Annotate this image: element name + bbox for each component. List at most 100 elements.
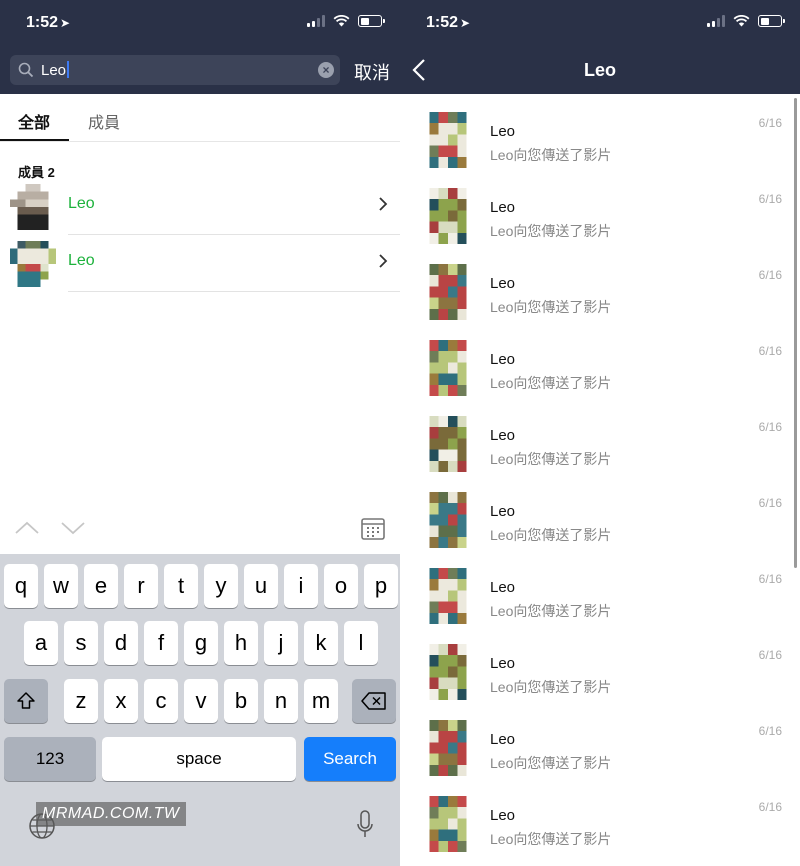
search-input-value: Leo xyxy=(41,61,70,79)
chat-name: Leo xyxy=(490,351,516,368)
key-x[interactable]: x xyxy=(104,679,138,723)
watermark-text: MRMAD.COM.TW xyxy=(36,802,186,826)
key-q[interactable]: q xyxy=(4,564,38,608)
key-d[interactable]: d xyxy=(104,621,138,665)
chat-row[interactable]: Leo Leo向您傳送了影片 6/16 xyxy=(400,474,800,550)
key-t[interactable]: t xyxy=(164,564,198,608)
chat-row[interactable]: Leo Leo向您傳送了影片 6/16 xyxy=(400,246,800,322)
key-g[interactable]: g xyxy=(184,621,218,665)
key-n[interactable]: n xyxy=(264,679,298,723)
chat-row[interactable]: Leo Leo向您傳送了影片 6/16 xyxy=(400,626,800,702)
avatar xyxy=(420,264,476,320)
key-s[interactable]: s xyxy=(64,621,98,665)
space-key[interactable]: space xyxy=(102,737,296,781)
key-v[interactable]: v xyxy=(184,679,218,723)
member-name: Leo xyxy=(68,252,95,269)
key-a[interactable]: a xyxy=(24,621,58,665)
tab-all[interactable]: 全部 xyxy=(18,109,50,133)
chat-name: Leo xyxy=(490,123,516,140)
shift-key[interactable] xyxy=(4,679,48,723)
status-time: 1:52 ➤ xyxy=(26,14,70,32)
search-value-text: Leo xyxy=(41,62,67,79)
chat-row[interactable]: Leo Leo向您傳送了影片 6/16 xyxy=(400,702,800,778)
chat-date: 6/16 xyxy=(758,344,782,358)
key-w[interactable]: w xyxy=(44,564,78,608)
member-row[interactable]: Leo xyxy=(0,178,400,235)
key-i[interactable]: i xyxy=(284,564,318,608)
chat-message: Leo向您傳送了影片 xyxy=(490,147,612,163)
clear-icon[interactable]: × xyxy=(318,62,334,78)
avatar xyxy=(420,568,476,624)
key-l[interactable]: l xyxy=(344,621,378,665)
key-e[interactable]: e xyxy=(84,564,118,608)
search-tabs: 全部 成員 xyxy=(0,94,400,142)
chevron-up-icon[interactable] xyxy=(14,520,40,536)
key-c[interactable]: c xyxy=(144,679,178,723)
key-j[interactable]: j xyxy=(264,621,298,665)
avatar xyxy=(420,112,476,168)
backspace-key[interactable] xyxy=(352,679,396,723)
key-z[interactable]: z xyxy=(64,679,98,723)
search-header: 1:52 ➤ Leo × 取消 xyxy=(0,0,400,94)
chevron-down-icon[interactable] xyxy=(60,520,86,536)
chat-row[interactable]: Leo Leo向您傳送了影片 6/16 xyxy=(400,322,800,398)
chat-message: Leo向您傳送了影片 xyxy=(490,527,612,543)
chat-name: Leo xyxy=(490,275,516,292)
member-row[interactable]: Leo xyxy=(0,235,400,292)
chat-row[interactable]: Leo Leo向您傳送了影片 6/16 xyxy=(400,398,800,474)
key-m[interactable]: m xyxy=(304,679,338,723)
search-screen: 1:52 ➤ Leo × 取消 全部 成員 成員 2 Leo Leo q w e… xyxy=(0,0,400,866)
key-f[interactable]: f xyxy=(144,621,178,665)
key-u[interactable]: u xyxy=(244,564,278,608)
avatar xyxy=(420,416,476,472)
key-h[interactable]: h xyxy=(224,621,258,665)
chat-date: 6/16 xyxy=(758,648,782,662)
chat-name: Leo xyxy=(490,731,516,748)
key-k[interactable]: k xyxy=(304,621,338,665)
chat-name: Leo xyxy=(490,503,516,520)
search-key[interactable]: Search xyxy=(304,737,396,781)
tab-underline xyxy=(0,139,69,141)
result-navigation-bar xyxy=(0,508,400,554)
chat-header: 1:52 ➤ Leo xyxy=(400,0,800,94)
page-title: Leo xyxy=(583,60,616,80)
chat-message: Leo向您傳送了影片 xyxy=(490,451,612,467)
key-b[interactable]: b xyxy=(224,679,258,723)
avatar xyxy=(420,188,476,244)
key-p[interactable]: p xyxy=(364,564,398,608)
backspace-icon xyxy=(361,692,386,710)
text-caret xyxy=(67,61,70,78)
numbers-key[interactable]: 123 xyxy=(4,737,96,781)
status-indicators xyxy=(307,15,385,27)
chat-message: Leo向您傳送了影片 xyxy=(490,299,612,315)
chat-date: 6/16 xyxy=(758,116,782,130)
chat-row[interactable]: Leo Leo向您傳送了影片 6/16 xyxy=(400,170,800,246)
chat-message: Leo向您傳送了影片 xyxy=(490,679,612,695)
signal-icon xyxy=(307,15,325,27)
avatar xyxy=(420,492,476,548)
avatar xyxy=(10,184,56,230)
shift-icon xyxy=(17,692,35,709)
mic-icon[interactable] xyxy=(356,810,374,840)
chat-date: 6/16 xyxy=(758,420,782,434)
status-time: 1:52 ➤ xyxy=(426,14,470,32)
avatar xyxy=(420,796,476,852)
chat-row[interactable]: Leo Leo向您傳送了影片 6/16 xyxy=(400,778,800,854)
search-input[interactable]: Leo × xyxy=(10,55,340,85)
key-o[interactable]: o xyxy=(324,564,358,608)
chat-row[interactable]: Leo Leo向您傳送了影片 6/16 xyxy=(400,94,800,170)
key-r[interactable]: r xyxy=(124,564,158,608)
chat-message: Leo向您傳送了影片 xyxy=(490,831,612,847)
avatar xyxy=(420,644,476,700)
cancel-button[interactable]: 取消 xyxy=(354,59,390,85)
tab-members[interactable]: 成員 xyxy=(88,109,120,133)
signal-icon xyxy=(707,15,725,27)
calendar-icon[interactable] xyxy=(360,516,386,542)
chevron-right-icon xyxy=(379,254,388,268)
chat-row[interactable]: Leo Leo向您傳送了影片 6/16 xyxy=(400,550,800,626)
avatar xyxy=(420,340,476,396)
status-time-text: 1:52 xyxy=(426,14,459,31)
chat-date: 6/16 xyxy=(758,800,782,814)
key-y[interactable]: y xyxy=(204,564,238,608)
chat-name: Leo xyxy=(490,807,516,824)
